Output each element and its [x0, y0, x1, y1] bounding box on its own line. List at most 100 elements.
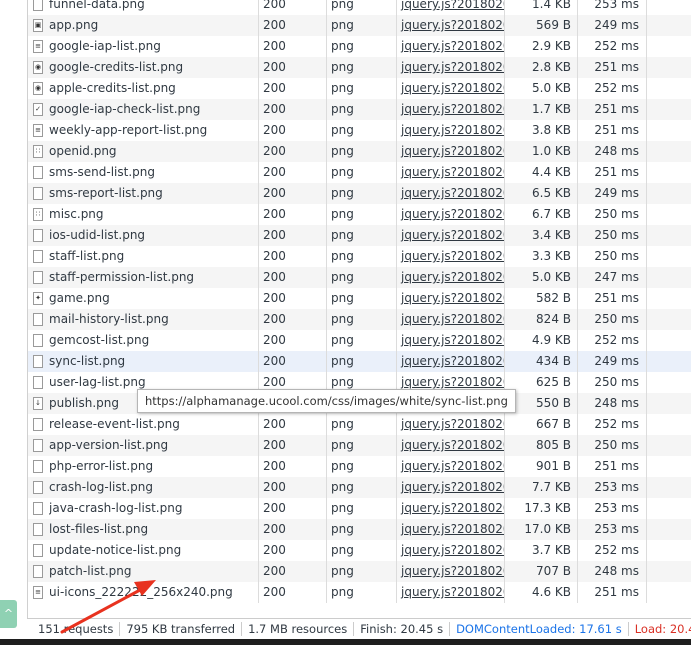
request-row[interactable]: ≡ ui-icons_222222_256x240.png 200 png jquery…	[28, 582, 691, 603]
initiator-link[interactable]: jquery.js?2018020...	[397, 36, 505, 57]
initiator-link[interactable]: jquery.js?2018020...	[397, 183, 505, 204]
name-cell[interactable]: ✦ game.png	[28, 288, 259, 309]
initiator-link[interactable]: jquery.js?2018020...	[397, 57, 505, 78]
request-row[interactable]: ◉ google-credits-list.png 200 png jquery.js?…	[28, 57, 691, 78]
initiator-link[interactable]: jquery.js?2018020...	[397, 246, 505, 267]
initiator-link[interactable]: jquery.js?2018020...	[397, 582, 505, 603]
request-row[interactable]: release-event-list.png 200 png jquery.js?20…	[28, 414, 691, 435]
name-cell[interactable]: sms-report-list.png	[28, 183, 259, 204]
initiator-link[interactable]: jquery.js?2018020...	[397, 456, 505, 477]
name-cell[interactable]: app-version-list.png	[28, 435, 259, 456]
initiator-link[interactable]: jquery.js?2018020...	[397, 351, 505, 372]
request-name: sync-list.png	[49, 354, 126, 368]
name-cell[interactable]: ios-udid-list.png	[28, 225, 259, 246]
name-cell[interactable]: ≡ weekly-app-report-list.png	[28, 120, 259, 141]
request-row[interactable]: ∷ misc.png 200pngjquery.js?2018020...6.7 K…	[28, 204, 691, 225]
name-cell[interactable]: ✓ google-iap-check-list.png	[28, 99, 259, 120]
name-cell[interactable]: release-event-list.png	[28, 414, 259, 435]
initiator-link[interactable]: jquery.js?2018020...	[397, 519, 505, 540]
name-cell[interactable]: ◉ google-credits-list.png	[28, 57, 259, 78]
initiator-link[interactable]: jquery.js?2018020...	[397, 477, 505, 498]
initiator-link[interactable]: jquery.js?2018020...	[397, 330, 505, 351]
type-cell: png	[327, 183, 397, 204]
initiator-link[interactable]: jquery.js?2018020...	[397, 15, 505, 36]
initiator-link[interactable]: jquery.js?2018020...	[397, 435, 505, 456]
request-row[interactable]: ▣ app.png 200pngjquery.js?2018020...569 B2…	[28, 15, 691, 36]
name-cell[interactable]: staff-list.png	[28, 246, 259, 267]
initiator-link[interactable]: jquery.js?2018020...	[397, 204, 505, 225]
scroll-to-top-button[interactable]: ^	[0, 600, 17, 628]
name-cell[interactable]: lost-files-list.png	[28, 519, 259, 540]
initiator-link[interactable]: jquery.js?2018020...	[397, 309, 505, 330]
name-cell[interactable]: staff-permission-list.png	[28, 267, 259, 288]
request-row[interactable]: ≡ google-iap-list.png 200 png jquery.js?2018…	[28, 36, 691, 57]
request-row[interactable]: sms-send-list.png 200pngjquery.js?2018020…	[28, 162, 691, 183]
name-cell[interactable]: funnel-data.png	[28, 0, 259, 15]
request-row[interactable]: sms-report-list.png 200 png jquery.js?20180…	[28, 183, 691, 204]
name-cell[interactable]: ∷ misc.png	[28, 204, 259, 225]
request-row[interactable]: ✦ game.png 200pngjquery.js?2018020...582 B…	[28, 288, 691, 309]
name-cell[interactable]: ≡ ui-icons_222222_256x240.png	[28, 582, 259, 603]
initiator-link[interactable]: jquery.js?2018020...	[397, 162, 505, 183]
name-cell[interactable]: mail-history-list.png	[28, 309, 259, 330]
request-row[interactable]: sync-list.png 200pngjquery.js?2018020...4…	[28, 351, 691, 372]
name-cell[interactable]: sync-list.png	[28, 351, 259, 372]
initiator-link[interactable]: jquery.js?2018020...	[397, 78, 505, 99]
waterfall-cell	[647, 435, 691, 456]
name-cell[interactable]: ◉ apple-credits-list.png	[28, 78, 259, 99]
app-file-icon: ▣	[33, 19, 43, 32]
time-cell: 249 ms	[578, 183, 647, 204]
initiator-link[interactable]: jquery.js?2018020...	[397, 498, 505, 519]
request-row[interactable]: staff-permission-list.png 200 png jquery.js…	[28, 267, 691, 288]
initiator-link[interactable]: jquery.js?2018020...	[397, 0, 505, 15]
size-cell: 1.0 KB	[505, 141, 578, 162]
request-row[interactable]: crash-log-list.png 200 png jquery.js?201802…	[28, 477, 691, 498]
time-cell: 251 ms	[578, 99, 647, 120]
request-name: release-event-list.png	[49, 417, 180, 431]
initiator-link[interactable]: jquery.js?2018020...	[397, 267, 505, 288]
name-cell[interactable]: java-crash-log-list.png	[28, 498, 259, 519]
name-cell[interactable]: patch-list.png	[28, 561, 259, 582]
request-row[interactable]: ios-udid-list.png 200pngjquery.js?2018020…	[28, 225, 691, 246]
initiator-link[interactable]: jquery.js?2018020...	[397, 414, 505, 435]
request-row[interactable]: ✓ google-iap-check-list.png 200 png jquery.j…	[28, 99, 691, 120]
name-cell[interactable]: ≡ google-iap-list.png	[28, 36, 259, 57]
file-icon	[33, 460, 43, 473]
type-cell: png	[327, 99, 397, 120]
request-row[interactable]: app-version-list.png 200 png jquery.js?2018…	[28, 435, 691, 456]
name-cell[interactable]: update-notice-list.png	[28, 540, 259, 561]
initiator-link[interactable]: jquery.js?2018020...	[397, 99, 505, 120]
type-cell: png	[327, 330, 397, 351]
request-name: ios-udid-list.png	[49, 228, 146, 242]
name-cell[interactable]: crash-log-list.png	[28, 477, 259, 498]
request-row[interactable]: php-error-list.png 200 png jquery.js?201802…	[28, 456, 691, 477]
waterfall-cell	[647, 393, 691, 414]
name-cell[interactable]: sms-send-list.png	[28, 162, 259, 183]
initiator-link[interactable]: jquery.js?2018020...	[397, 288, 505, 309]
name-cell[interactable]: php-error-list.png	[28, 456, 259, 477]
request-row[interactable]: gemcost-list.png 200pngjquery.js?2018020.…	[28, 330, 691, 351]
time-cell: 252 ms	[578, 414, 647, 435]
request-row[interactable]: java-crash-log-list.png 200 png jquery.js?2…	[28, 498, 691, 519]
initiator-link[interactable]: jquery.js?2018020...	[397, 561, 505, 582]
request-row[interactable]: update-notice-list.png 200 png jquery.js?20…	[28, 540, 691, 561]
network-summary-bar: 151 requests 795 KB transferred 1.7 MB r…	[27, 618, 691, 639]
request-row[interactable]: funnel-data.png 200pngjquery.js?2018020..…	[28, 0, 691, 15]
name-cell[interactable]: ∷ openid.png	[28, 141, 259, 162]
grid-file-icon: ∷	[33, 208, 43, 221]
initiator-link[interactable]: jquery.js?2018020...	[397, 540, 505, 561]
request-row[interactable]: lost-files-list.png 200 png jquery.js?20180…	[28, 519, 691, 540]
initiator-link[interactable]: jquery.js?2018020...	[397, 120, 505, 141]
initiator-link[interactable]: jquery.js?2018020...	[397, 225, 505, 246]
request-row[interactable]: ∷ openid.png 200pngjquery.js?2018020...1.0…	[28, 141, 691, 162]
name-cell[interactable]: ▣ app.png	[28, 15, 259, 36]
request-row[interactable]: ◉ apple-credits-list.png 200 png jquery.js?2…	[28, 78, 691, 99]
request-row[interactable]: mail-history-list.png 200 png jquery.js?201…	[28, 309, 691, 330]
status-cell: 200	[259, 582, 327, 603]
name-cell[interactable]: gemcost-list.png	[28, 330, 259, 351]
initiator-link[interactable]: jquery.js?2018020...	[397, 141, 505, 162]
request-name: gemcost-list.png	[49, 333, 150, 347]
request-row[interactable]: ≡ weekly-app-report-list.png 200 png jquery.…	[28, 120, 691, 141]
request-row[interactable]: patch-list.png 200pngjquery.js?2018020...…	[28, 561, 691, 582]
request-row[interactable]: staff-list.png 200pngjquery.js?2018020...…	[28, 246, 691, 267]
